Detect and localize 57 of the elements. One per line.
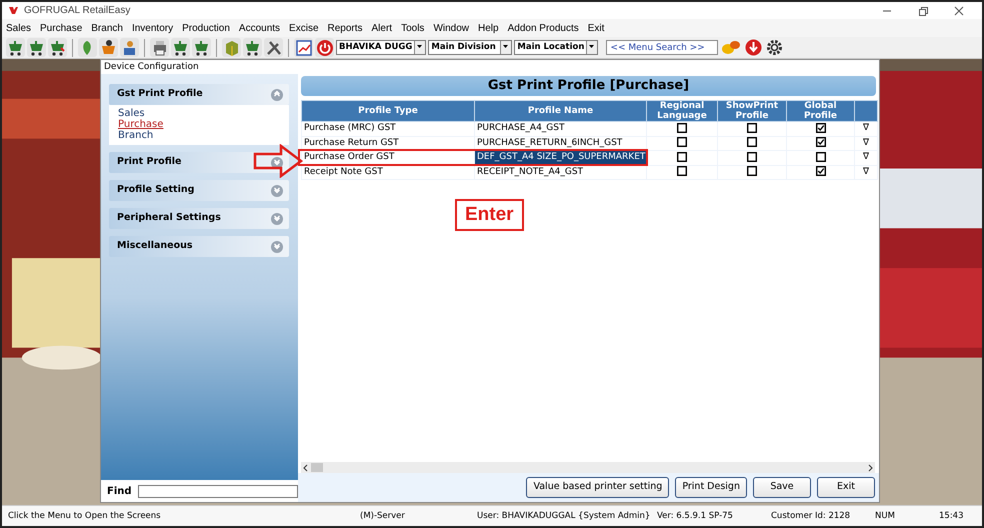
menu-item[interactable]: Help: [474, 20, 504, 36]
menu-item[interactable]: Tools: [397, 20, 430, 36]
status-text: 15:43: [939, 510, 964, 522]
sidebar-link[interactable]: Branch: [118, 130, 154, 141]
menu-item[interactable]: Window: [429, 20, 474, 36]
table-cell: Purchase Return GST: [302, 136, 474, 150]
menu-item[interactable]: Alert: [368, 20, 398, 36]
sidebar-link[interactable]: Purchase: [118, 119, 164, 130]
status-text: Click the Menu to Open the Screens: [8, 510, 162, 522]
sidebar-link[interactable]: Sales: [118, 108, 145, 119]
dropdown[interactable]: BHAVIKA DUGG: [336, 40, 426, 55]
menu-item[interactable]: Purchase: [36, 20, 88, 36]
menu-item[interactable]: Exit: [584, 20, 610, 36]
column-header: Profile Type: [302, 100, 474, 122]
dropdown[interactable]: Main Division: [428, 40, 512, 55]
section-title: Miscellaneous: [117, 239, 193, 254]
column-header: Profile Name: [474, 100, 646, 122]
callout-label: Enter: [455, 199, 524, 231]
column-header: ShowPrint Profile: [718, 100, 786, 122]
status-text: Customer Id: 2128: [771, 510, 852, 522]
section-title: Print Profile: [117, 155, 182, 170]
accordion-header[interactable]: Profile Setting: [109, 180, 289, 201]
section-title: Profile Setting: [117, 183, 194, 198]
panel-title: Gst Print Profile [Purchase]: [301, 76, 876, 96]
accordion-header[interactable]: Print Profile: [109, 152, 289, 173]
status-text: Ver: 6.5.9.1 SP-75: [657, 510, 734, 522]
status-text: NUM: [875, 510, 896, 522]
menu-item[interactable]: Sales: [2, 20, 36, 36]
column-header: Global Profile: [786, 100, 854, 122]
menu-search-field[interactable]: << Menu Search >>: [606, 40, 718, 55]
status-text: (M)-Server: [360, 510, 406, 522]
dialog-button[interactable]: Print Design: [675, 477, 747, 498]
section-title: Gst Print Profile: [117, 87, 203, 102]
dialog-title: Device Configuration: [103, 61, 200, 74]
dropdown[interactable]: Main Location: [514, 40, 598, 55]
accordion-header[interactable]: Miscellaneous: [109, 236, 289, 257]
table-cell: Purchase (MRC) GST: [302, 122, 474, 136]
find-label: Find: [107, 484, 132, 498]
dialog-button[interactable]: Value based printer setting: [526, 477, 670, 498]
window-title: GOFRUGAL RetailEasy: [24, 4, 130, 18]
section-title: Peripheral Settings: [117, 211, 221, 226]
menu-item[interactable]: Excise: [285, 20, 324, 36]
menu-item[interactable]: Reports: [324, 20, 368, 36]
menu-item[interactable]: Branch: [87, 20, 128, 36]
accordion-header[interactable]: Gst Print Profile: [109, 84, 289, 105]
menu-item[interactable]: Addon Products: [504, 20, 584, 36]
accordion-header[interactable]: Peripheral Settings: [109, 208, 289, 229]
status-text: User: BHAVIKADUGGAL {System Admin}: [477, 510, 652, 522]
table-cell[interactable]: PURCHASE_A4_GST: [474, 122, 646, 136]
menu-item[interactable]: Inventory: [128, 20, 178, 36]
menu-item[interactable]: Accounts: [234, 20, 286, 36]
table-cell: Receipt Note GST: [302, 165, 474, 180]
dialog-button[interactable]: Save: [753, 477, 811, 498]
menu-item[interactable]: Production: [178, 20, 235, 36]
table-cell[interactable]: RECEIPT_NOTE_A4_GST: [474, 165, 646, 180]
column-header: Regional Language: [646, 100, 718, 122]
dialog-button[interactable]: Exit: [817, 477, 875, 498]
